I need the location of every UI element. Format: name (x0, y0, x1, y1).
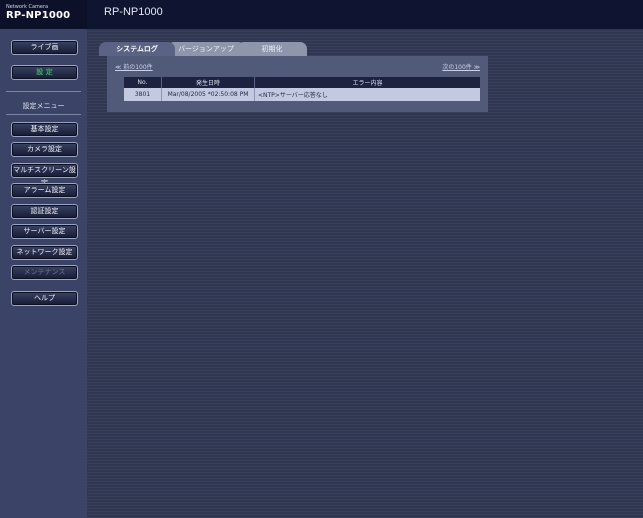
sidebar-item-camera[interactable]: カメラ設定 (11, 142, 78, 157)
table-header-row: No. 発生日時 エラー内容 (124, 77, 480, 88)
column-header-datetime: 発生日時 (161, 77, 255, 88)
brand-logo: Network Camera RP-NP1000 (0, 0, 87, 29)
menu-label: 設定メニュー (22, 102, 65, 110)
next-100-link[interactable]: 次の100件 ≫ (442, 62, 480, 71)
page-title: RP-NP1000 (104, 6, 163, 18)
setup-button[interactable]: 設 定 (11, 65, 78, 80)
sidebar-item-basic[interactable]: 基本設定 (11, 122, 78, 137)
column-header-error: エラー内容 (254, 77, 480, 88)
sidebar: ライブ画 設 定 設定メニュー 基本設定 カメラ設定 マルチスクリーン設定 アラ… (0, 29, 87, 518)
cell-datetime: Mar/08/2005 *02:50:08 PM (161, 88, 255, 101)
prev-100-link[interactable]: ≪ 前の100件 (115, 62, 153, 71)
sidebar-item-maintenance[interactable]: メンテナンス (11, 265, 78, 280)
sidebar-item-server[interactable]: サーバー設定 (11, 224, 78, 239)
tab-system-log[interactable]: システムログ (99, 42, 175, 56)
top-header: Network Camera RP-NP1000 RP-NP1000 (0, 0, 643, 29)
cell-no: 3801 (124, 88, 162, 101)
log-table: No. 発生日時 エラー内容 3801 Mar/08/2005 *02:50:0… (124, 77, 480, 101)
sidebar-item-network[interactable]: ネットワーク設定 (11, 245, 78, 260)
column-header-no: No. (124, 77, 162, 88)
tab-version-up[interactable]: バージョンアップ (167, 42, 245, 56)
tab-initialize[interactable]: 初期化 (237, 42, 307, 56)
table-row: 3801 Mar/08/2005 *02:50:08 PM <NTP>サーバー応… (124, 88, 480, 101)
cell-message: <NTP>サーバー応答なし (254, 88, 480, 101)
divider (6, 114, 81, 115)
sidebar-item-multiscreen[interactable]: マルチスクリーン設定 (11, 163, 78, 187)
brand-model: RP-NP1000 (6, 10, 71, 21)
divider (6, 91, 81, 92)
help-button[interactable]: ヘルプ (11, 291, 78, 306)
live-view-button[interactable]: ライブ画 (11, 40, 78, 55)
sidebar-item-auth[interactable]: 認証設定 (11, 204, 78, 219)
main-content: 初期化 バージョンアップ システムログ ≪ 前の100件 次の100件 ≫ No… (87, 29, 643, 518)
log-panel: ≪ 前の100件 次の100件 ≫ No. 発生日時 エラー内容 3801 Ma… (107, 56, 488, 112)
sidebar-item-alarm[interactable]: アラーム設定 (11, 183, 78, 198)
